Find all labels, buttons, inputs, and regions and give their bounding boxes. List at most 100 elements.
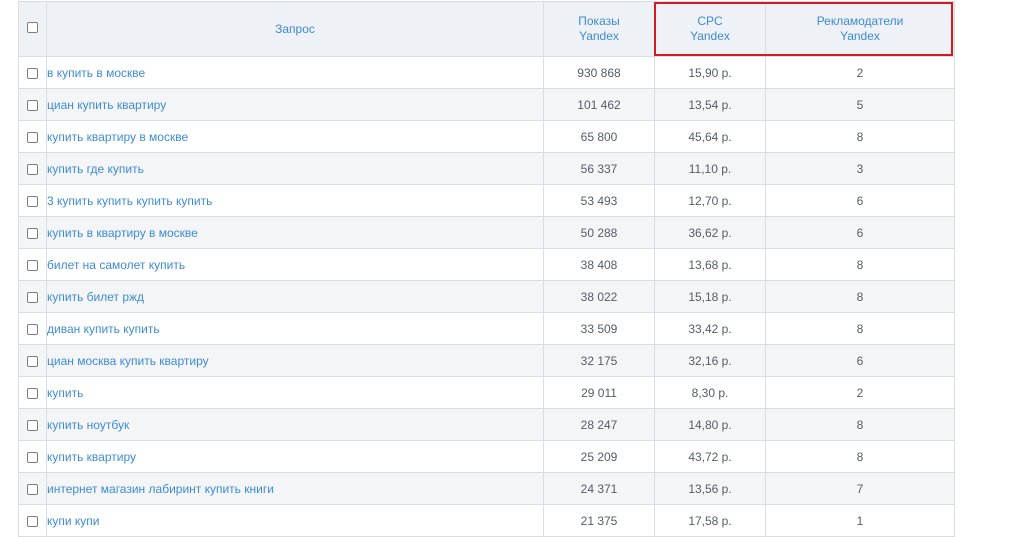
row-checkbox[interactable] [27,291,38,303]
table-row: циан москва купить квартиру 32 175 32,16 р… [18,344,955,377]
column-header-advertisers[interactable]: Рекламодатели Yandex [765,1,955,57]
cpc-value: 32,16 р. [654,344,766,377]
impressions-value: 29 011 [543,376,655,409]
table-row: 3 купить купить купить купить 53 493 12,70… [18,184,955,217]
impressions-value: 28 247 [543,408,655,441]
advertisers-value: 5 [765,88,955,121]
row-checkbox[interactable] [27,131,38,143]
row-checkbox[interactable] [27,163,38,175]
cpc-value: 36,62 р. [654,216,766,249]
cpc-value: 43,72 р. [654,440,766,473]
query-link[interactable]: в купить в москве [46,56,544,89]
column-header-impressions[interactable]: Показы Yandex [543,1,655,57]
row-checkbox[interactable] [27,195,38,207]
column-header-query[interactable]: Запрос [46,1,544,57]
row-checkbox[interactable] [27,259,38,271]
impressions-header-line2: Yandex [579,29,619,43]
query-link[interactable]: купить [46,376,544,409]
row-checkbox[interactable] [27,419,38,431]
advertisers-value: 8 [765,312,955,345]
impressions-value: 930 868 [543,56,655,89]
impressions-value: 38 022 [543,280,655,313]
row-checkbox[interactable] [27,483,38,495]
impressions-header-line1: Показы [578,14,620,28]
query-link[interactable]: купить квартиру [46,440,544,473]
table-row: купить где купить 56 337 11,10 р. 3 [18,152,955,185]
impressions-value: 38 408 [543,248,655,281]
table-row: купить ноутбук 28 247 14,80 р. 8 [18,408,955,441]
table-row: интернет магазин лабиринт купить книги 24… [18,472,955,505]
cpc-value: 12,70 р. [654,184,766,217]
cpc-value: 13,68 р. [654,248,766,281]
row-select-cell[interactable] [18,216,47,249]
row-select-cell[interactable] [18,280,47,313]
advertisers-value: 8 [765,120,955,153]
impressions-value: 33 509 [543,312,655,345]
cpc-value: 15,18 р. [654,280,766,313]
table-row: купить квартиру в москве 65 800 45,64 р. 8 [18,120,955,153]
cpc-value: 33,42 р. [654,312,766,345]
impressions-value: 101 462 [543,88,655,121]
table-row: купить в квартиру в москве 50 288 36,62 р.… [18,216,955,249]
advertisers-value: 8 [765,280,955,313]
cpc-header-line2: Yandex [690,29,730,43]
advertisers-header-line2: Yandex [840,29,880,43]
table-row: циан купить квартиру 101 462 13,54 р. 5 [18,88,955,121]
row-select-cell[interactable] [18,56,47,89]
query-link[interactable]: циан купить квартиру [46,88,544,121]
row-select-cell[interactable] [18,472,47,505]
impressions-value: 21 375 [543,504,655,537]
query-link[interactable]: купи купи [46,504,544,537]
query-link[interactable]: купить билет ржд [46,280,544,313]
advertisers-value: 8 [765,248,955,281]
advertisers-value: 2 [765,56,955,89]
row-checkbox[interactable] [27,387,38,399]
query-link[interactable]: купить где купить [46,152,544,185]
row-select-cell[interactable] [18,312,47,345]
query-link[interactable]: 3 купить купить купить купить [46,184,544,217]
row-checkbox[interactable] [27,67,38,79]
row-select-cell[interactable] [18,120,47,153]
query-link[interactable]: билет на самолет купить [46,248,544,281]
impressions-value: 24 371 [543,472,655,505]
cpc-value: 11,10 р. [654,152,766,185]
advertisers-value: 6 [765,184,955,217]
table-row: в купить в москве 930 868 15,90 р. 2 [18,56,955,89]
column-header-cpc[interactable]: CPC Yandex [654,1,766,57]
row-select-cell[interactable] [18,440,47,473]
row-select-cell[interactable] [18,152,47,185]
row-select-cell[interactable] [18,504,47,537]
query-link[interactable]: купить ноутбук [46,408,544,441]
row-checkbox[interactable] [27,355,38,367]
query-link[interactable]: диван купить купить [46,312,544,345]
row-select-cell[interactable] [18,248,47,281]
table-row: билет на самолет купить 38 408 13,68 р. 8 [18,248,955,281]
query-link[interactable]: купить квартиру в москве [46,120,544,153]
row-select-cell[interactable] [18,184,47,217]
table-row: купить билет ржд 38 022 15,18 р. 8 [18,280,955,313]
impressions-value: 50 288 [543,216,655,249]
query-link[interactable]: циан москва купить квартиру [46,344,544,377]
select-all-checkbox[interactable] [27,21,38,33]
table-row: диван купить купить 33 509 33,42 р. 8 [18,312,955,345]
row-checkbox[interactable] [27,323,38,335]
cpc-value: 13,56 р. [654,472,766,505]
header-select-all[interactable] [18,1,47,57]
row-select-cell[interactable] [18,344,47,377]
header-row: Запрос Показы Yandex CPC Yandex Рекламод… [18,1,955,57]
row-checkbox[interactable] [27,227,38,239]
row-select-cell[interactable] [18,376,47,409]
row-checkbox[interactable] [27,451,38,463]
query-link[interactable]: купить в квартиру в москве [46,216,544,249]
cpc-value: 13,54 р. [654,88,766,121]
advertisers-value: 8 [765,440,955,473]
impressions-value: 65 800 [543,120,655,153]
row-checkbox[interactable] [27,99,38,111]
query-link[interactable]: интернет магазин лабиринт купить книги [46,472,544,505]
row-checkbox[interactable] [27,515,38,527]
advertisers-header-line1: Рекламодатели [816,14,904,28]
row-select-cell[interactable] [18,88,47,121]
table-row: купить квартиру 25 209 43,72 р. 8 [18,440,955,473]
row-select-cell[interactable] [18,408,47,441]
advertisers-value: 1 [765,504,955,537]
